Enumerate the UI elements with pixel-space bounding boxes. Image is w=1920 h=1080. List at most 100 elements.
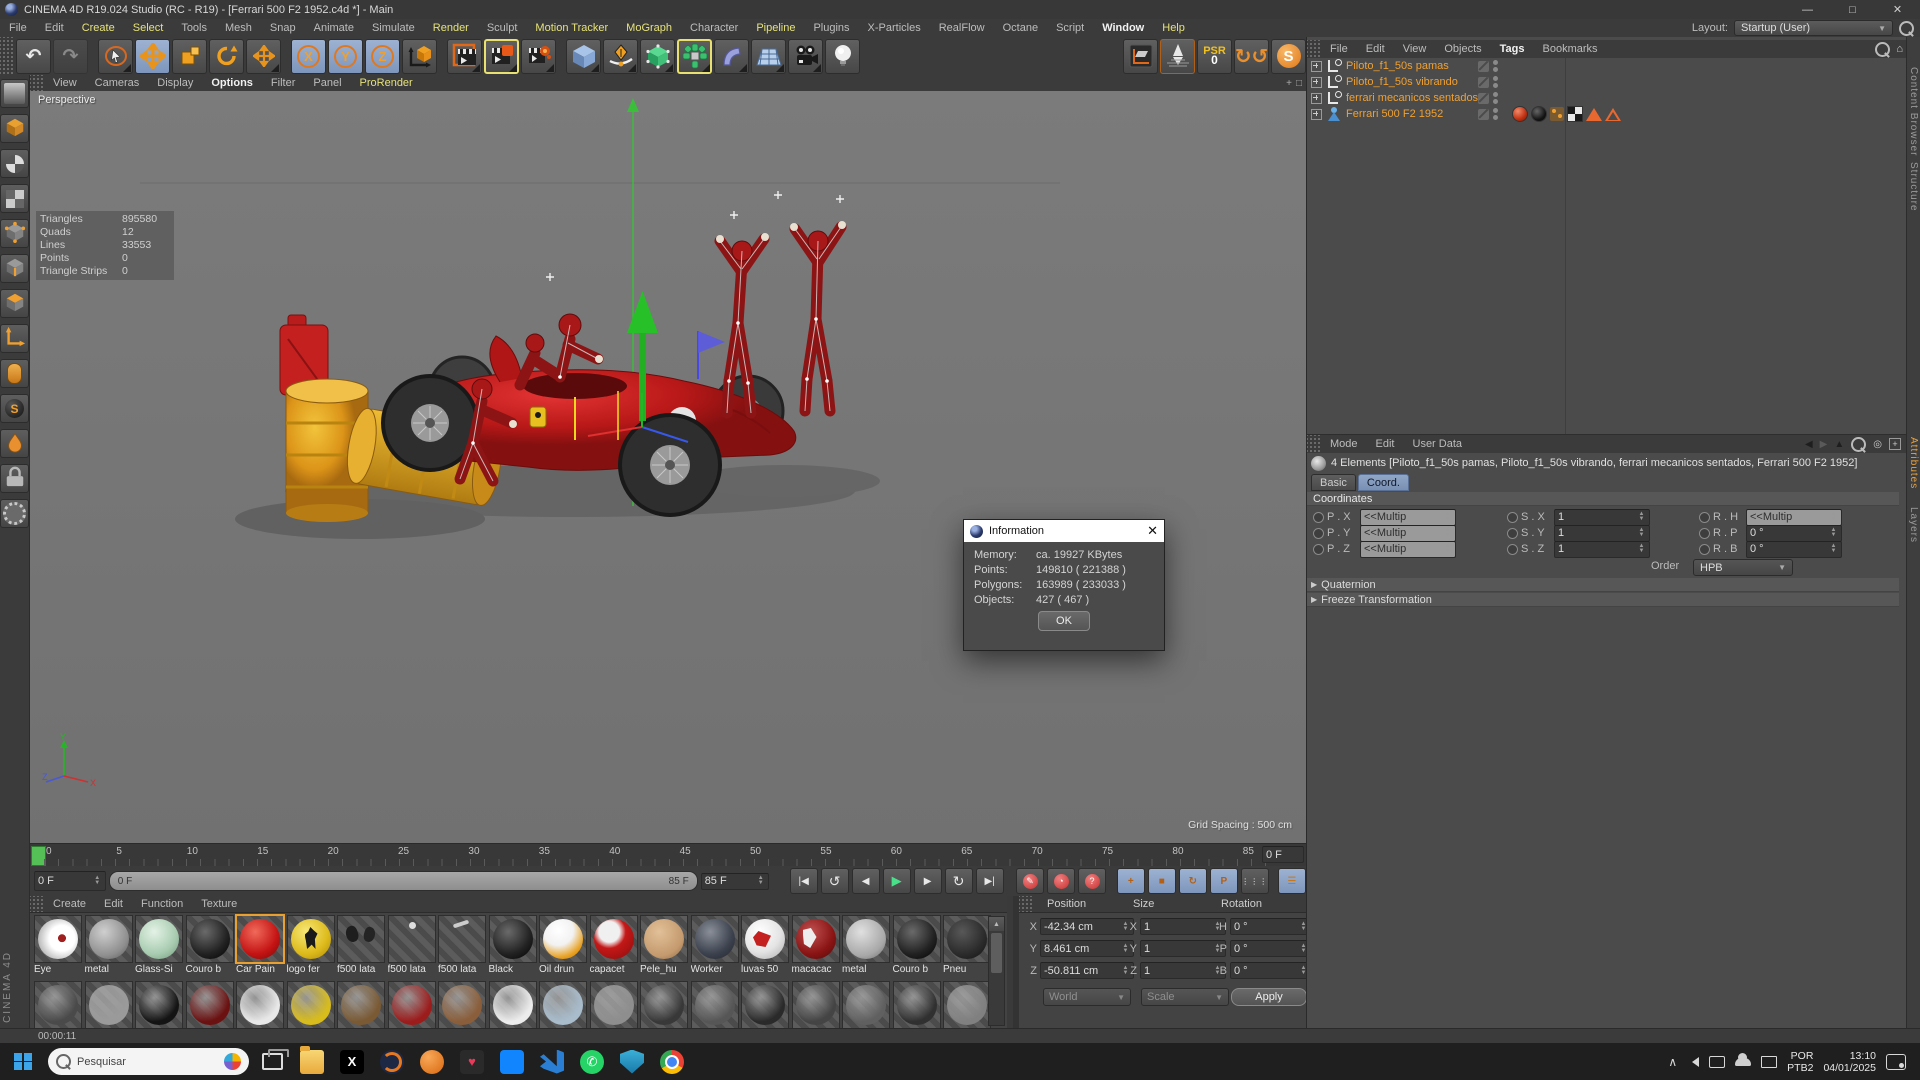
visibility-dots-icon[interactable] bbox=[1493, 92, 1498, 104]
viewport-menu-panel[interactable]: Panel bbox=[304, 77, 350, 89]
dialog-close-icon[interactable]: ✕ bbox=[1147, 523, 1158, 539]
material-item[interactable] bbox=[186, 981, 234, 1028]
light-button[interactable] bbox=[825, 39, 860, 74]
tool-gradient-swatch[interactable] bbox=[0, 79, 29, 108]
goto-end-button[interactable]: ▶| bbox=[976, 868, 1004, 894]
viewport-menu-filter[interactable]: Filter bbox=[262, 77, 304, 89]
material-item[interactable]: Pneu bbox=[943, 915, 991, 977]
object-name[interactable]: Piloto_f1_50s vibrando bbox=[1346, 76, 1478, 88]
viewport-menu-prorender[interactable]: ProRender bbox=[351, 77, 422, 89]
material-thumbnail[interactable] bbox=[943, 915, 991, 963]
om-menu-view[interactable]: View bbox=[1394, 43, 1436, 55]
visibility-dots-icon[interactable] bbox=[1493, 60, 1498, 72]
menu-file[interactable]: File bbox=[0, 22, 36, 34]
material-thumbnail[interactable] bbox=[792, 981, 840, 1028]
expand-icon[interactable] bbox=[1311, 109, 1322, 120]
material-item[interactable]: luvas 50 bbox=[741, 915, 789, 977]
attr-field[interactable]: 1▲▼ bbox=[1554, 525, 1650, 542]
material-thumbnail[interactable] bbox=[135, 981, 183, 1028]
last-tool-button[interactable] bbox=[246, 39, 281, 74]
tool-paint-tool[interactable] bbox=[0, 429, 29, 458]
menu-mesh[interactable]: Mesh bbox=[216, 22, 261, 34]
rotation-h-field[interactable]: 0 °▲▼ bbox=[1230, 918, 1312, 935]
menu-render[interactable]: Render bbox=[424, 22, 478, 34]
lock-y-axis-button[interactable]: Y bbox=[328, 39, 363, 74]
menu-simulate[interactable]: Simulate bbox=[363, 22, 424, 34]
layer-toggle-icon[interactable] bbox=[1478, 93, 1489, 104]
previous-frame-button[interactable]: ◀ bbox=[852, 868, 880, 894]
coordinates-handle[interactable] bbox=[1019, 896, 1033, 912]
om-home-icon[interactable]: ⌂ bbox=[1896, 43, 1903, 55]
menu-create[interactable]: Create bbox=[73, 22, 124, 34]
network-icon[interactable] bbox=[1761, 1056, 1777, 1068]
viewport-menu-cameras[interactable]: Cameras bbox=[86, 77, 149, 89]
tool-axis-mode[interactable] bbox=[0, 324, 29, 353]
render-settings-button[interactable] bbox=[484, 39, 519, 74]
attr-lock-icon[interactable]: ◎ bbox=[1873, 439, 1882, 450]
lock-x-axis-button[interactable]: X bbox=[291, 39, 326, 74]
next-frame-button[interactable]: ▶ bbox=[914, 868, 942, 894]
object-manager-handle[interactable] bbox=[1307, 40, 1321, 58]
workplane-button[interactable] bbox=[1123, 39, 1158, 74]
material-thumbnail[interactable] bbox=[943, 981, 991, 1028]
material-item[interactable] bbox=[489, 981, 537, 1028]
current-frame-field[interactable]: 0 F bbox=[1262, 846, 1304, 863]
menu-character[interactable]: Character bbox=[681, 22, 747, 34]
material-item[interactable]: Eye bbox=[34, 915, 82, 977]
menu-pipeline[interactable]: Pipeline bbox=[747, 22, 804, 34]
menu-select[interactable]: Select bbox=[124, 22, 173, 34]
view-label[interactable]: Perspective bbox=[38, 94, 95, 106]
side-tab-content-browser[interactable]: Content Browser bbox=[1908, 67, 1919, 156]
expand-icon[interactable] bbox=[1311, 93, 1322, 104]
apply-button[interactable]: Apply bbox=[1231, 988, 1307, 1006]
scale-tool-button[interactable] bbox=[172, 39, 207, 74]
add-cube-button[interactable] bbox=[566, 39, 601, 74]
security-app-icon[interactable] bbox=[615, 1045, 649, 1079]
render-view-button[interactable] bbox=[447, 39, 482, 74]
material-thumbnail[interactable] bbox=[539, 915, 587, 963]
record-pla-toggle[interactable]: ⋮⋮⋮ bbox=[1241, 868, 1269, 894]
material-item[interactable] bbox=[438, 981, 486, 1028]
tool-polygons-mode[interactable] bbox=[0, 289, 29, 318]
coordinates-section-header[interactable]: Coordinates bbox=[1307, 492, 1899, 506]
keyframe-ring-icon[interactable] bbox=[1507, 528, 1518, 539]
onedrive-icon[interactable] bbox=[1735, 1058, 1751, 1066]
tab-basic[interactable]: Basic bbox=[1311, 474, 1356, 491]
modeling-objects-button[interactable] bbox=[714, 39, 749, 74]
toolbar-handle[interactable] bbox=[0, 37, 14, 75]
material-item[interactable] bbox=[135, 981, 183, 1028]
material-menu-texture[interactable]: Texture bbox=[192, 898, 246, 910]
record-scale-toggle[interactable]: ■ bbox=[1148, 868, 1176, 894]
om-menu-bookmarks[interactable]: Bookmarks bbox=[1534, 43, 1607, 55]
material-thumbnail[interactable] bbox=[85, 915, 133, 963]
material-thumbnail[interactable] bbox=[388, 915, 436, 963]
taskbar-search[interactable]: Pesquisar bbox=[48, 1048, 249, 1075]
timeline-ruler[interactable]: 0 F 0510152025303540455055606570758085 bbox=[30, 843, 1306, 867]
vscode-icon[interactable] bbox=[535, 1045, 569, 1079]
material-item[interactable]: f500 lata bbox=[388, 915, 436, 977]
tab-coord-[interactable]: Coord. bbox=[1358, 474, 1409, 491]
menu-sculpt[interactable]: Sculpt bbox=[478, 22, 527, 34]
coordinate-system-button[interactable] bbox=[402, 39, 437, 74]
material-item[interactable]: Black bbox=[489, 915, 537, 977]
object-name[interactable]: Piloto_f1_50s pamas bbox=[1346, 60, 1478, 72]
material-thumbnail[interactable] bbox=[287, 915, 335, 963]
material-thumbnail[interactable] bbox=[741, 981, 789, 1028]
material-item[interactable] bbox=[792, 981, 840, 1028]
attr-field[interactable]: <<Multip▲▼ bbox=[1360, 509, 1456, 526]
lock-z-axis-button[interactable]: Z bbox=[365, 39, 400, 74]
refresh-button[interactable]: ↻↺ bbox=[1234, 39, 1269, 74]
material-thumbnail[interactable] bbox=[438, 915, 486, 963]
material-thumbnail[interactable] bbox=[792, 915, 840, 963]
attribute-menu-handle[interactable] bbox=[1307, 435, 1321, 453]
goto-start-button[interactable]: |◀ bbox=[790, 868, 818, 894]
tool-texture-mode[interactable] bbox=[0, 149, 29, 178]
material-thumbnail[interactable] bbox=[842, 981, 890, 1028]
object-name[interactable]: Ferrari 500 F2 1952 bbox=[1346, 108, 1478, 120]
material-item[interactable] bbox=[287, 981, 335, 1028]
app-orange-icon[interactable] bbox=[415, 1045, 449, 1079]
material-menu-handle[interactable] bbox=[30, 896, 44, 912]
material-item[interactable]: metal bbox=[842, 915, 890, 977]
attr-menu-mode[interactable]: Mode bbox=[1321, 438, 1367, 450]
loop-button[interactable]: ↻ bbox=[945, 868, 973, 894]
